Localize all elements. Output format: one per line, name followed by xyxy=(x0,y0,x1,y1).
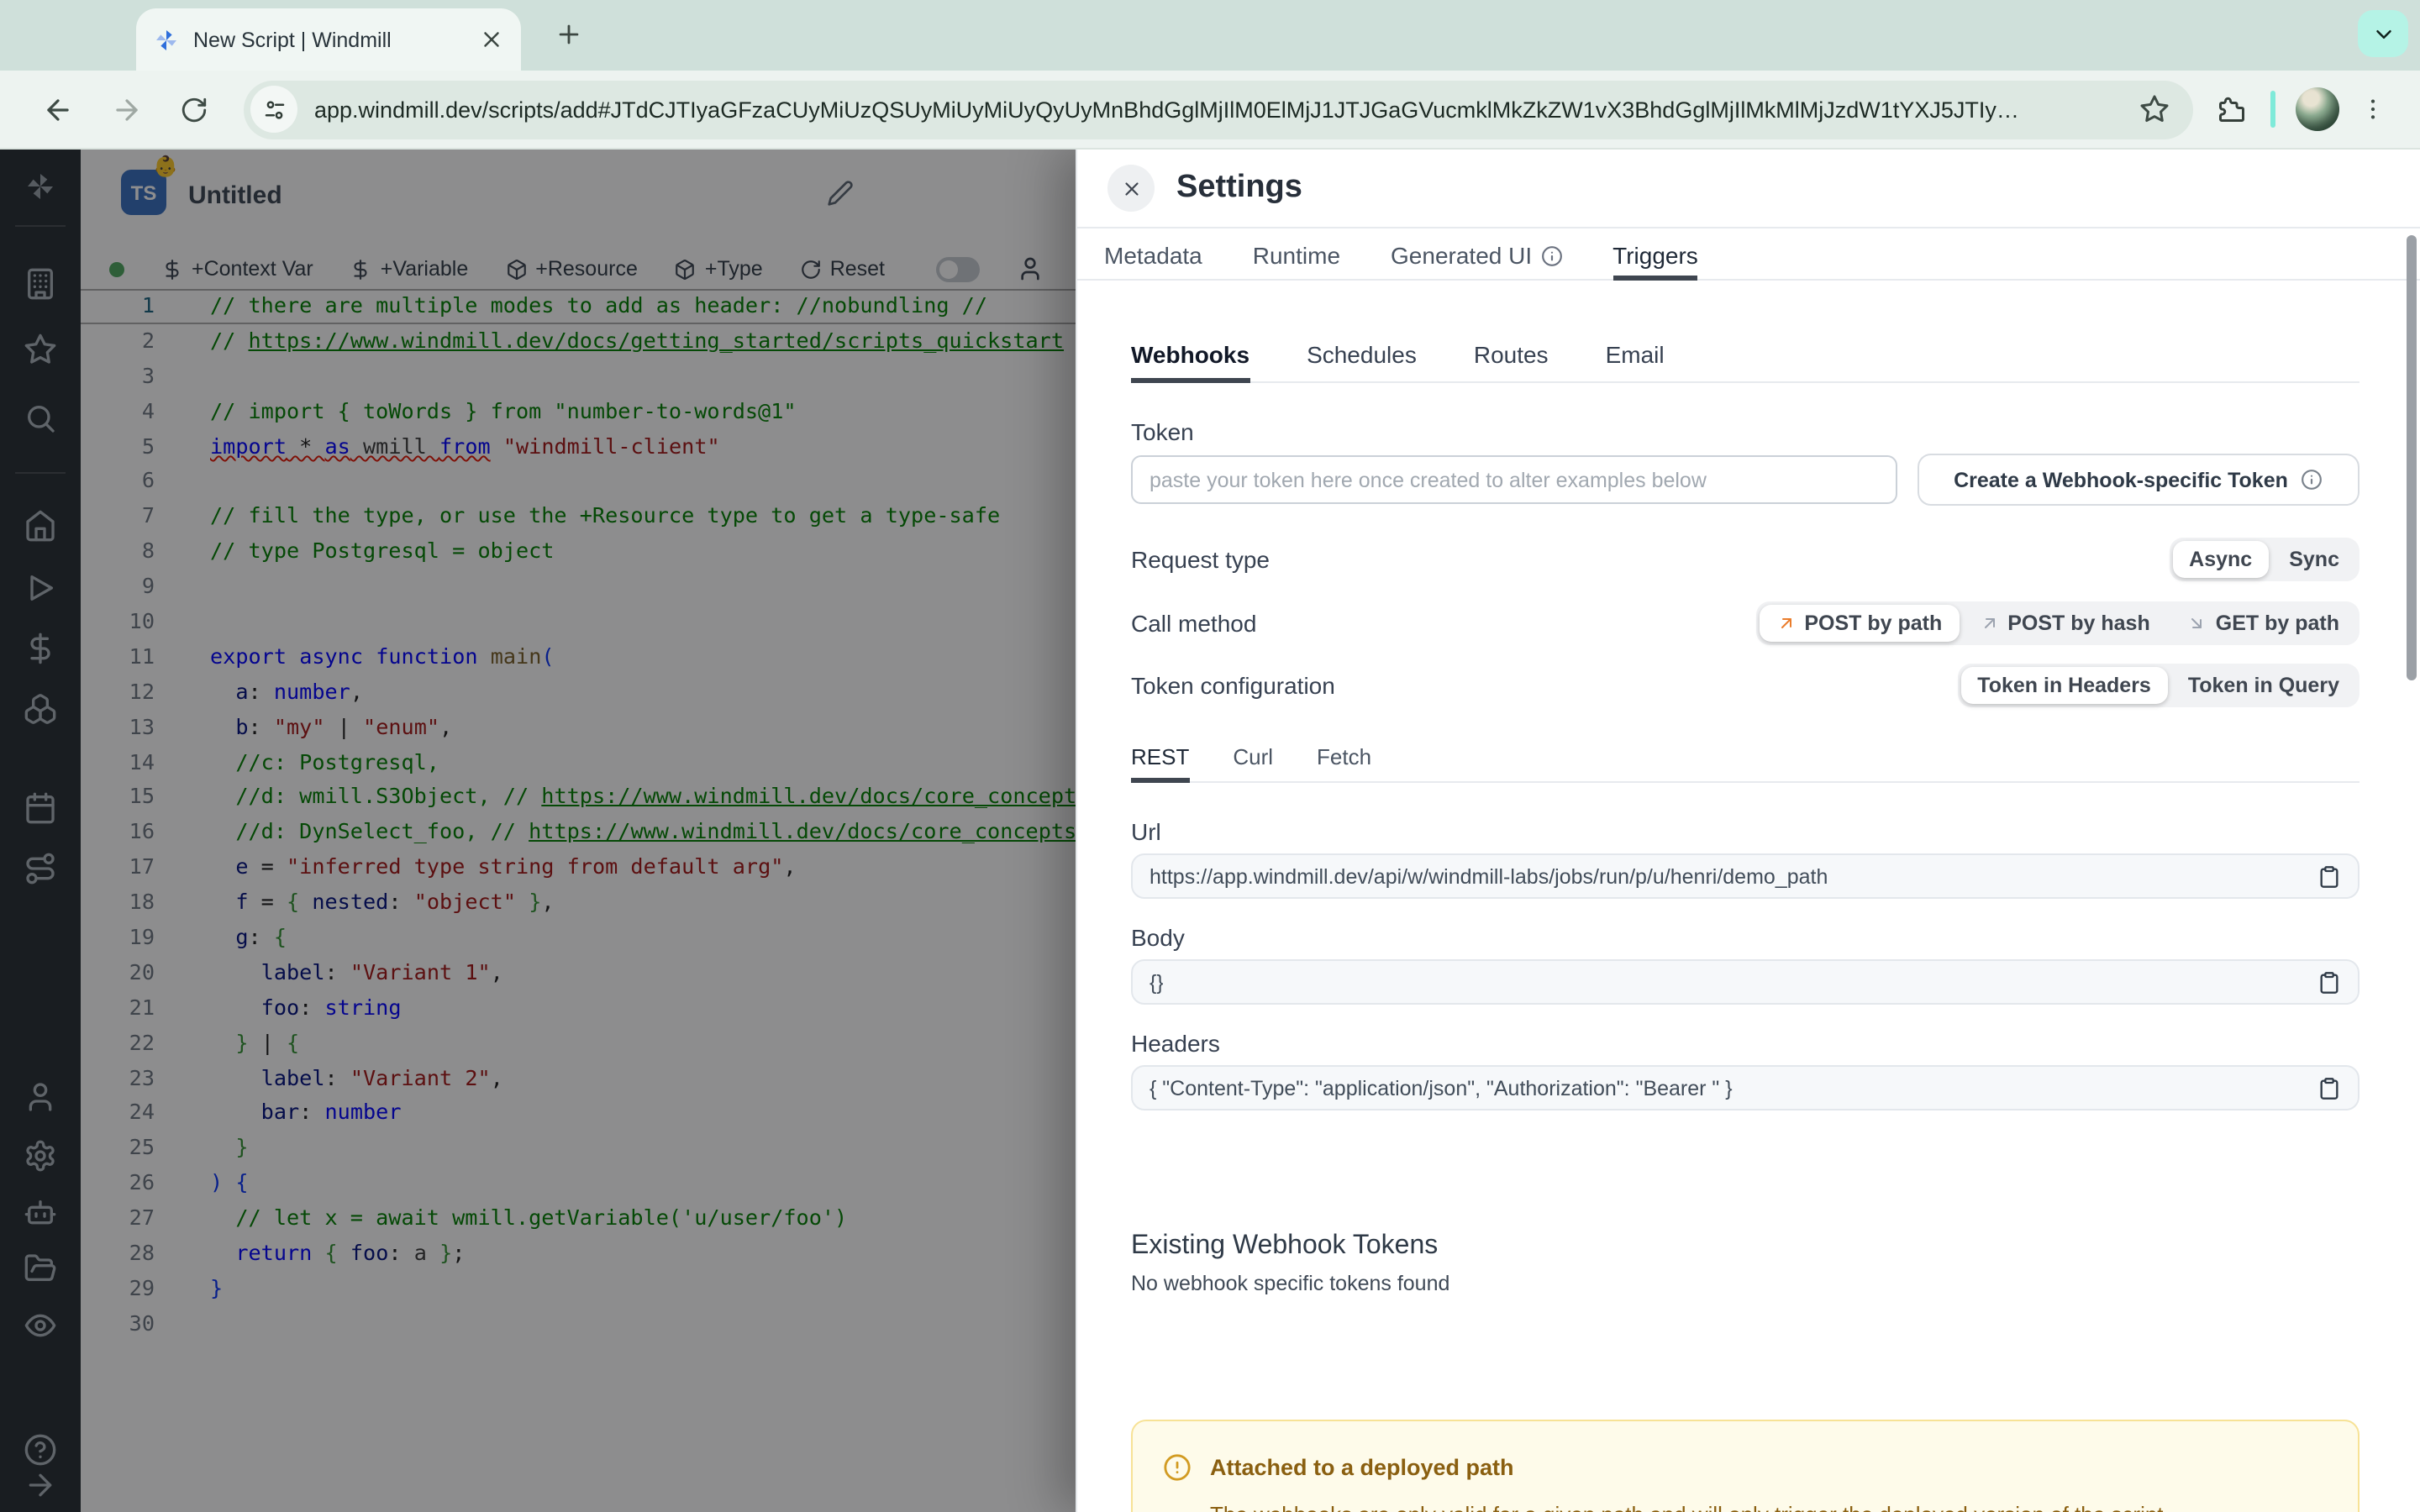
new-tab-icon[interactable] xyxy=(555,20,583,49)
trigger-tab-webhooks[interactable]: Webhooks xyxy=(1131,341,1250,383)
trigger-tab-email[interactable]: Email xyxy=(1606,341,1665,383)
arrow-up-right-icon xyxy=(1979,613,1999,633)
reload-icon[interactable] xyxy=(180,95,208,123)
option-token-in-headers[interactable]: Token in Headers xyxy=(1960,667,2168,704)
tab-metadata[interactable]: Metadata xyxy=(1104,242,1202,281)
token-config-label: Token configuration xyxy=(1131,672,1335,699)
body-value: {} xyxy=(1150,970,1164,994)
option-sync[interactable]: Sync xyxy=(2272,541,2356,578)
warning-title: Attached to a deployed path xyxy=(1210,1455,1514,1480)
example-tab-curl[interactable]: Curl xyxy=(1233,744,1273,783)
profile-avatar[interactable] xyxy=(2296,87,2339,131)
url-label: Url xyxy=(1131,818,1161,845)
tab-runtime[interactable]: Runtime xyxy=(1253,242,1340,281)
token-input[interactable] xyxy=(1131,455,1897,504)
body-label: Body xyxy=(1131,924,1185,951)
token-config-segmented: Token in Headers Token in Query xyxy=(1957,664,2360,707)
create-webhook-token-label: Create a Webhook-specific Token xyxy=(1954,468,2288,491)
create-webhook-token-button[interactable]: Create a Webhook-specific Token xyxy=(1918,454,2360,506)
headers-value: { "Content-Type": "application/json", "A… xyxy=(1150,1076,1733,1100)
call-method-segmented: POST by path POST by hash GET by path xyxy=(1755,601,2360,645)
chevron-down-icon xyxy=(2370,21,2396,46)
copy-icon[interactable] xyxy=(2317,1076,2341,1100)
request-type-segmented: Async Sync xyxy=(2169,538,2360,581)
window-chevron-button[interactable] xyxy=(2358,10,2408,57)
token-config-row: Token configuration Token in Headers Toke… xyxy=(1131,660,2360,711)
close-button[interactable] xyxy=(1107,165,1155,212)
url-text[interactable]: app.windmill.dev/scripts/add#JTdCJTIyaGF… xyxy=(314,97,2123,122)
body-field[interactable]: {} xyxy=(1131,959,2360,1005)
example-tab-rest[interactable]: REST xyxy=(1131,744,1190,783)
screen: New Script | Windmill app.windmill.dev/s… xyxy=(0,0,2420,1512)
existing-tokens-empty: No webhook specific tokens found xyxy=(1131,1272,1450,1295)
deployed-path-warning: Attached to a deployed path The webhooks… xyxy=(1131,1420,2360,1512)
request-type-label: Request type xyxy=(1131,546,1270,573)
modal-backdrop[interactable] xyxy=(0,150,1076,1512)
headers-field[interactable]: { "Content-Type": "application/json", "A… xyxy=(1131,1065,2360,1110)
back-icon[interactable] xyxy=(42,93,74,125)
existing-tokens-title: Existing Webhook Tokens xyxy=(1131,1231,1439,1260)
info-icon xyxy=(1540,244,1562,266)
url-field[interactable]: https://app.windmill.dev/api/w/windmill-… xyxy=(1131,853,2360,899)
copy-icon[interactable] xyxy=(2317,864,2341,888)
trigger-tab-schedules[interactable]: Schedules xyxy=(1307,341,1417,383)
url-value: https://app.windmill.dev/api/w/windmill-… xyxy=(1150,864,1828,888)
settings-body: Webhooks Schedules Routes Email Token Creat… xyxy=(1077,281,2420,1512)
bookmark-star-icon[interactable] xyxy=(2139,94,2170,124)
token-label: Token xyxy=(1131,418,1194,445)
trigger-tab-routes[interactable]: Routes xyxy=(1474,341,1549,383)
app-viewport: TS 👶 Untitled +Context Var +Variable +Reso… xyxy=(0,150,2420,1512)
windmill-favicon xyxy=(153,26,180,53)
tab-triggers[interactable]: Triggers xyxy=(1612,242,1698,281)
tab-generated-ui[interactable]: Generated UI xyxy=(1391,242,1562,281)
address-bar[interactable]: app.windmill.dev/scripts/add#JTdCJTIyaGF… xyxy=(244,80,2193,139)
drawer-scrollbar[interactable] xyxy=(2407,235,2417,680)
tab-title: New Script | Windmill xyxy=(193,28,392,51)
browser-tab[interactable]: New Script | Windmill xyxy=(136,8,521,71)
alert-icon xyxy=(1163,1453,1192,1482)
site-settings-icon[interactable] xyxy=(250,86,297,133)
token-row: Create a Webhook-specific Token xyxy=(1131,454,2360,506)
headers-label: Headers xyxy=(1131,1030,1220,1057)
browser-menu-icon[interactable] xyxy=(2360,96,2386,123)
option-get-by-path[interactable]: GET by path xyxy=(2170,605,2356,642)
warning-text: The webhooks are only valid for a given … xyxy=(1210,1502,2328,1512)
option-post-by-path[interactable]: POST by path xyxy=(1759,605,1960,642)
option-async[interactable]: Async xyxy=(2172,541,2270,578)
settings-tabs: Metadata Runtime Generated UI Triggers xyxy=(1077,227,2420,281)
browser-tabstrip: New Script | Windmill xyxy=(0,0,2420,71)
example-tabs: REST Curl Fetch xyxy=(1131,744,2360,783)
call-method-label: Call method xyxy=(1131,610,1257,637)
option-token-in-query[interactable]: Token in Query xyxy=(2171,667,2356,704)
option-post-by-hash[interactable]: POST by hash xyxy=(1962,605,2167,642)
request-type-row: Request type Async Sync xyxy=(1131,534,2360,585)
warning-header: Attached to a deployed path xyxy=(1163,1453,2328,1482)
settings-header: Settings xyxy=(1077,150,2420,227)
tab-group-indicator xyxy=(2270,91,2275,128)
call-method-row: Call method POST by path POST by hash GET … xyxy=(1131,598,2360,648)
settings-drawer: Settings Metadata Runtime Generated UI Trig… xyxy=(1076,150,2420,1512)
arrow-up-right-icon xyxy=(1776,613,1796,633)
settings-title: Settings xyxy=(1176,170,1302,205)
info-icon xyxy=(2302,469,2323,491)
arrow-down-right-icon xyxy=(2187,613,2207,633)
copy-icon[interactable] xyxy=(2317,970,2341,994)
tab-close-icon[interactable] xyxy=(479,27,504,52)
extensions-icon[interactable] xyxy=(2217,94,2247,124)
trigger-tabs: Webhooks Schedules Routes Email xyxy=(1131,341,2360,383)
forward-icon[interactable] xyxy=(111,93,143,125)
browser-toolbar: app.windmill.dev/scripts/add#JTdCJTIyaGF… xyxy=(0,71,2420,150)
example-tab-fetch[interactable]: Fetch xyxy=(1317,744,1371,783)
